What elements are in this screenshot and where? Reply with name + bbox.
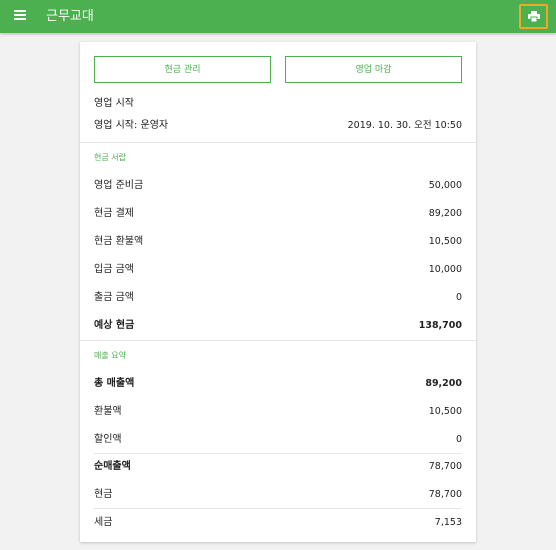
cash-row-label: 입금 금액 <box>94 264 134 275</box>
gross-sales-value: 89,200 <box>425 378 462 389</box>
print-button[interactable] <box>519 4 548 29</box>
net-sales-label: 순매출액 <box>94 461 131 472</box>
sales-row-value: 0 <box>455 434 462 445</box>
cash-statement-title: 현금 서랍 <box>94 153 126 162</box>
net-sales-value: 78,700 <box>428 461 462 472</box>
sales-row-value: 7,153 <box>434 517 462 528</box>
menu-button[interactable] <box>14 10 28 22</box>
divider <box>94 508 462 509</box>
divider <box>80 340 476 341</box>
cash-row: 출금 금액 0 <box>94 290 462 306</box>
sales-row-label: 환불액 <box>94 406 122 417</box>
net-sales-row: 순매출액 78,700 <box>94 459 462 475</box>
business-start-row: 영업 시작: 운영자 2019. 10. 30. 오전 10:50 <box>94 118 462 134</box>
cash-row-value: 10,500 <box>428 236 462 247</box>
cash-row: 입금 금액 10,000 <box>94 262 462 278</box>
cash-row: 현금 환불액 10,500 <box>94 234 462 250</box>
gross-sales-row: 총 매출액 89,200 <box>94 376 462 392</box>
menu-icon-line <box>14 10 26 12</box>
menu-icon-line <box>14 14 26 16</box>
divider <box>80 142 476 143</box>
print-icon <box>528 11 540 22</box>
cash-row-label: 영업 준비금 <box>94 180 144 191</box>
cash-row-label: 현금 결제 <box>94 208 134 219</box>
expected-cash-value: 138,700 <box>418 320 462 331</box>
shift-summary-card: 현금 관리 영업 마감 영업 시작 영업 시작: 운영자 2019. 10. 3… <box>80 42 476 542</box>
close-business-button[interactable]: 영업 마감 <box>285 56 462 83</box>
business-start-heading-label: 영업 시작 <box>94 98 134 109</box>
cash-row-value: 10,000 <box>428 264 462 275</box>
sales-summary-title: 매출 요약 <box>94 351 126 360</box>
cash-row: 영업 준비금 50,000 <box>94 178 462 194</box>
cash-row-label: 출금 금액 <box>94 292 134 303</box>
sales-row-value: 78,700 <box>428 489 462 500</box>
cash-manage-button[interactable]: 현금 관리 <box>94 56 271 83</box>
cash-row-value: 89,200 <box>428 208 462 219</box>
sales-row: 세금 7,153 <box>94 515 462 531</box>
business-start-time: 2019. 10. 30. 오전 10:50 <box>347 120 462 131</box>
sales-row-label: 세금 <box>94 517 113 528</box>
sales-row-value: 10,500 <box>428 406 462 417</box>
divider <box>94 453 462 454</box>
sales-row-label: 현금 <box>94 489 113 500</box>
sales-row: 할인액 0 <box>94 432 462 448</box>
app-bar: 근무교대 <box>0 0 556 33</box>
expected-cash-label: 예상 현금 <box>94 320 135 331</box>
cash-row: 현금 결제 89,200 <box>94 206 462 222</box>
cash-row-value: 0 <box>455 292 462 303</box>
sales-row: 현금 78,700 <box>94 487 462 503</box>
business-start-label: 영업 시작: 운영자 <box>94 120 169 131</box>
business-start-heading: 영업 시작 <box>94 96 462 112</box>
sales-row-label: 할인액 <box>94 434 122 445</box>
menu-icon-line <box>14 18 26 20</box>
sales-row: 환불액 10,500 <box>94 404 462 420</box>
gross-sales-label: 총 매출액 <box>94 378 135 389</box>
cash-row-label: 현금 환불액 <box>94 236 144 247</box>
app-title: 근무교대 <box>46 9 94 24</box>
cash-row-value: 50,000 <box>428 180 462 191</box>
expected-cash-row: 예상 현금 138,700 <box>94 318 462 334</box>
